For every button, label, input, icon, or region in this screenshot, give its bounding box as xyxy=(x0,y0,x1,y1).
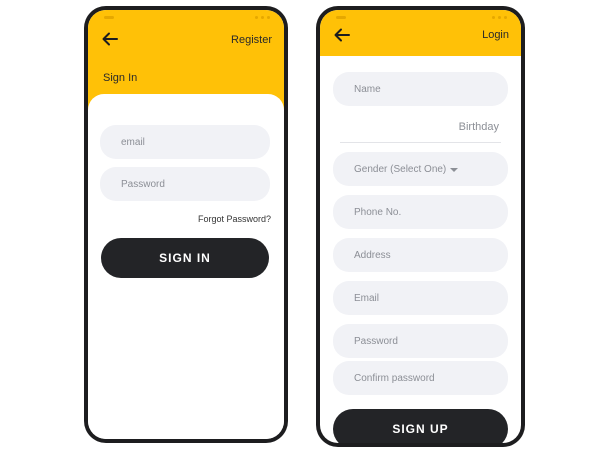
birthday-underline xyxy=(340,142,501,143)
caret-down-icon xyxy=(450,167,459,172)
login-link[interactable]: Login xyxy=(482,29,509,41)
password-field[interactable]: Password xyxy=(333,324,508,358)
forgot-password-link[interactable]: Forgot Password? xyxy=(198,214,271,224)
confirm-password-placeholder: Confirm password xyxy=(354,372,435,384)
address-placeholder: Address xyxy=(354,249,391,261)
signin-phone-frame: Register Sign In email Password Forgot P… xyxy=(84,6,288,443)
status-bar-dots xyxy=(255,16,270,19)
phone-placeholder: Phone No. xyxy=(354,206,402,218)
confirm-password-field[interactable]: Confirm password xyxy=(333,361,508,395)
name-placeholder: Name xyxy=(354,83,381,95)
register-link[interactable]: Register xyxy=(231,34,272,46)
status-bar-dots xyxy=(492,16,507,19)
sign-in-button[interactable]: SIGN IN xyxy=(101,238,269,278)
arrow-left-icon[interactable] xyxy=(101,30,119,48)
signup-phone-frame: Login Name Birthday Gender (Select One) … xyxy=(316,6,525,447)
gender-placeholder: Gender (Select One) xyxy=(354,163,447,175)
birthday-field[interactable]: Birthday xyxy=(459,121,499,133)
status-bar-notch xyxy=(104,16,114,19)
password-field[interactable]: Password xyxy=(100,167,270,201)
gender-select[interactable]: Gender (Select One) xyxy=(333,152,508,186)
phone-field[interactable]: Phone No. xyxy=(333,195,508,229)
signin-screen: Register Sign In email Password Forgot P… xyxy=(88,10,284,439)
page-title: Sign In xyxy=(103,72,138,84)
signup-header: Login xyxy=(320,10,521,56)
email-placeholder: email xyxy=(121,136,145,148)
address-field[interactable]: Address xyxy=(333,238,508,272)
password-placeholder: Password xyxy=(121,178,165,190)
signup-screen: Login Name Birthday Gender (Select One) … xyxy=(320,10,521,443)
password-placeholder: Password xyxy=(354,335,398,347)
status-bar-notch xyxy=(336,16,346,19)
signin-form-card: email Password Forgot Password? SIGN IN xyxy=(88,94,284,439)
email-placeholder: Email xyxy=(354,292,380,304)
sign-up-button[interactable]: SIGN UP xyxy=(333,409,508,443)
email-field[interactable]: email xyxy=(100,125,270,159)
name-field[interactable]: Name xyxy=(333,72,508,106)
email-field[interactable]: Email xyxy=(333,281,508,315)
arrow-left-icon[interactable] xyxy=(333,26,351,44)
